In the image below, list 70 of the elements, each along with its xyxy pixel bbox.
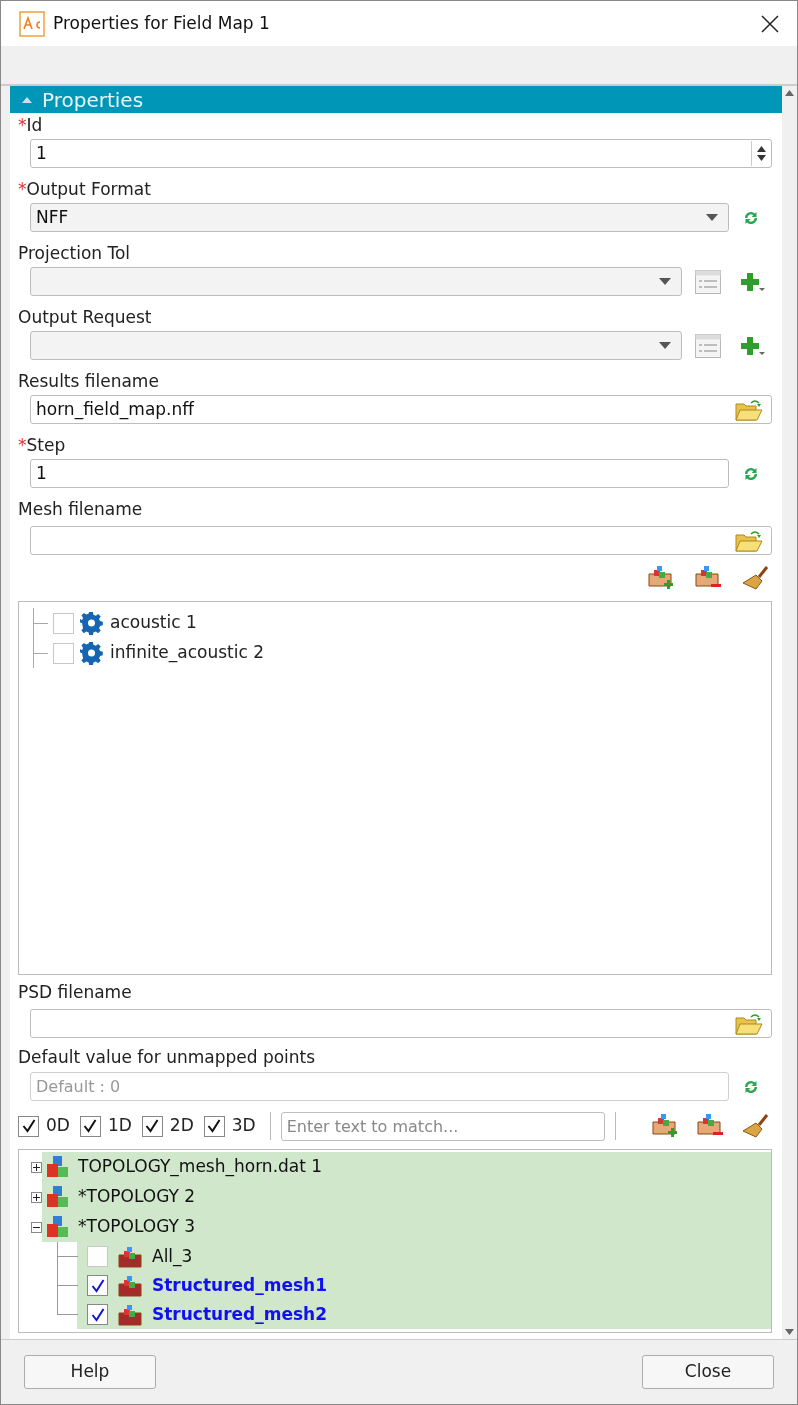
collapse-arrow-icon[interactable] <box>22 96 32 103</box>
file-field[interactable] <box>30 526 772 555</box>
filter-label[interactable]: 0D <box>46 1113 70 1139</box>
expand-toggle-icon[interactable] <box>31 1161 42 1173</box>
gear-icon <box>80 611 104 635</box>
checkbox[interactable] <box>53 612 74 634</box>
checkbox[interactable] <box>53 642 74 664</box>
expand-toggle-icon[interactable] <box>31 1191 42 1203</box>
dialog-button[interactable]: Close <box>642 1355 774 1389</box>
field-label: Default value for unmapped points <box>18 1049 316 1066</box>
folder-icon[interactable] <box>735 1011 763 1036</box>
topology-icon <box>46 1215 70 1239</box>
field-label: PSD filename <box>18 984 132 1001</box>
required-mark: * <box>18 437 27 454</box>
field-label: Projection Tol <box>18 245 131 262</box>
checkbox[interactable] <box>87 1275 108 1296</box>
checkbox[interactable] <box>79 1115 101 1137</box>
tree-item-label[interactable]: *TOPOLOGY 3 <box>78 1214 196 1240</box>
field-label: Output Format <box>26 181 151 198</box>
tree-item-label[interactable]: All_3 <box>152 1243 193 1270</box>
collapse-toggle-icon[interactable] <box>31 1221 42 1233</box>
filter-label[interactable]: 2D <box>169 1113 194 1139</box>
number-field[interactable]: 1 <box>30 139 772 168</box>
group-icon <box>118 1274 142 1297</box>
required-mark: * <box>18 117 27 134</box>
caret-icon <box>659 278 671 285</box>
plus-icon[interactable] <box>740 270 766 293</box>
field-label: Output Request <box>18 309 152 326</box>
dropdown[interactable]: NFF <box>30 203 729 232</box>
field-label: Mesh filename <box>18 501 143 518</box>
group-icon <box>118 1303 142 1326</box>
field-label: Results filename <box>18 373 159 390</box>
gear-icon <box>80 641 104 665</box>
required-mark: * <box>18 181 27 198</box>
topology-icon <box>46 1185 70 1209</box>
field-label: Id <box>26 117 43 134</box>
file-field[interactable] <box>30 1009 772 1038</box>
remove-group-icon[interactable] <box>695 565 722 590</box>
dialog-button[interactable]: Help <box>24 1355 156 1389</box>
remove-group-icon[interactable] <box>697 1113 724 1138</box>
caret-icon <box>706 214 718 221</box>
tree-item-label[interactable]: infinite_acoustic 2 <box>110 640 265 666</box>
add-group-icon[interactable] <box>648 565 675 590</box>
checkbox[interactable] <box>87 1246 108 1267</box>
folder-icon[interactable] <box>735 397 763 422</box>
filter-label[interactable]: 1D <box>107 1113 132 1139</box>
tree-item-label[interactable]: *TOPOLOGY 2 <box>78 1184 196 1210</box>
scroll-down-icon[interactable] <box>785 1329 794 1335</box>
broom-icon[interactable] <box>742 565 770 591</box>
checkbox[interactable] <box>203 1115 225 1137</box>
topology-icon <box>46 1155 70 1179</box>
app-logo-icon <box>19 10 45 37</box>
close-icon[interactable] <box>761 14 779 33</box>
scroll-up-icon[interactable] <box>785 90 794 96</box>
search-field[interactable]: Enter text to match... <box>280 1111 605 1141</box>
checkbox[interactable] <box>87 1304 108 1325</box>
plus-icon[interactable] <box>740 334 766 357</box>
add-group-icon[interactable] <box>652 1113 679 1138</box>
tree-item-label[interactable]: acoustic 1 <box>110 610 197 636</box>
folder-icon[interactable] <box>735 528 763 553</box>
checkbox[interactable] <box>141 1115 163 1137</box>
text-field[interactable]: 1 <box>30 459 729 488</box>
group-icon <box>118 1245 142 1268</box>
broom-icon[interactable] <box>742 1113 770 1139</box>
field-label: Step <box>26 437 66 454</box>
file-field[interactable]: horn_field_map.nff <box>30 395 772 424</box>
checkbox[interactable] <box>18 1115 39 1137</box>
caret-icon <box>659 342 671 349</box>
filter-label[interactable]: 3D <box>231 1113 256 1139</box>
window-title: Properties for Field Map 1 <box>53 11 271 35</box>
